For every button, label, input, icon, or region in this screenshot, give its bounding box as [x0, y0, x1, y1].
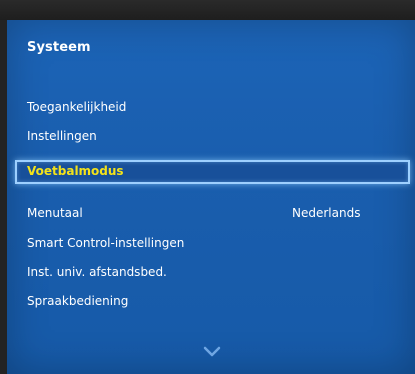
- tv-screen: Systeem Toegankelijkheid Instellingen Vo…: [0, 0, 415, 374]
- panel-title: Systeem: [27, 40, 91, 55]
- chevron-down-icon[interactable]: [203, 346, 221, 358]
- menu-item-menutaal[interactable]: Menutaal: [27, 206, 83, 220]
- menu-item-toegankelijkheid[interactable]: Toegankelijkheid: [27, 100, 126, 114]
- menu-item-menutaal-value: Nederlands: [292, 206, 361, 220]
- menu-item-voetbalmodus[interactable]: Voetbalmodus: [27, 164, 124, 178]
- menu-item-universele-afstandsbediening[interactable]: Inst. univ. afstandsbed.: [27, 265, 167, 279]
- menu-item-smart-control[interactable]: Smart Control-instellingen: [27, 236, 184, 250]
- top-strip: [0, 0, 415, 20]
- menu-item-instellingen[interactable]: Instellingen: [27, 129, 97, 143]
- menu-item-spraakbediening[interactable]: Spraakbediening: [27, 294, 128, 308]
- system-menu-panel: Systeem Toegankelijkheid Instellingen Vo…: [7, 20, 415, 374]
